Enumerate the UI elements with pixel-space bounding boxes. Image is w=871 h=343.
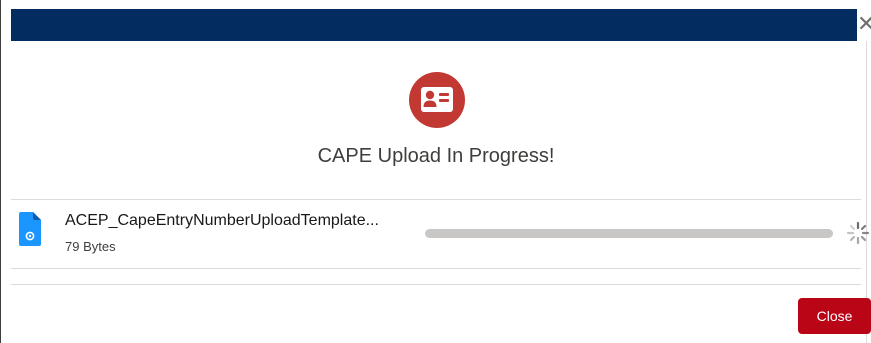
file-size: 79 Bytes [65,239,116,254]
file-name: ACEP_CapeEntryNumberUploadTemplate... [65,212,379,229]
modal-header [11,9,861,41]
contact-card-icon [409,72,465,128]
divider-top [11,199,861,200]
spinner-icon [846,221,870,245]
close-icon[interactable]: ✕ [857,9,871,41]
file-icon [19,212,41,246]
divider-bottom [11,268,861,269]
modal-title: CAPE Upload In Progress! [317,145,555,167]
upload-progress-bar [425,229,833,238]
footer-divider [11,284,861,285]
upload-modal: ✕ CAPE Upload In Progress! ACEP_CapeEntr… [0,0,871,343]
close-button[interactable]: Close [798,298,871,334]
